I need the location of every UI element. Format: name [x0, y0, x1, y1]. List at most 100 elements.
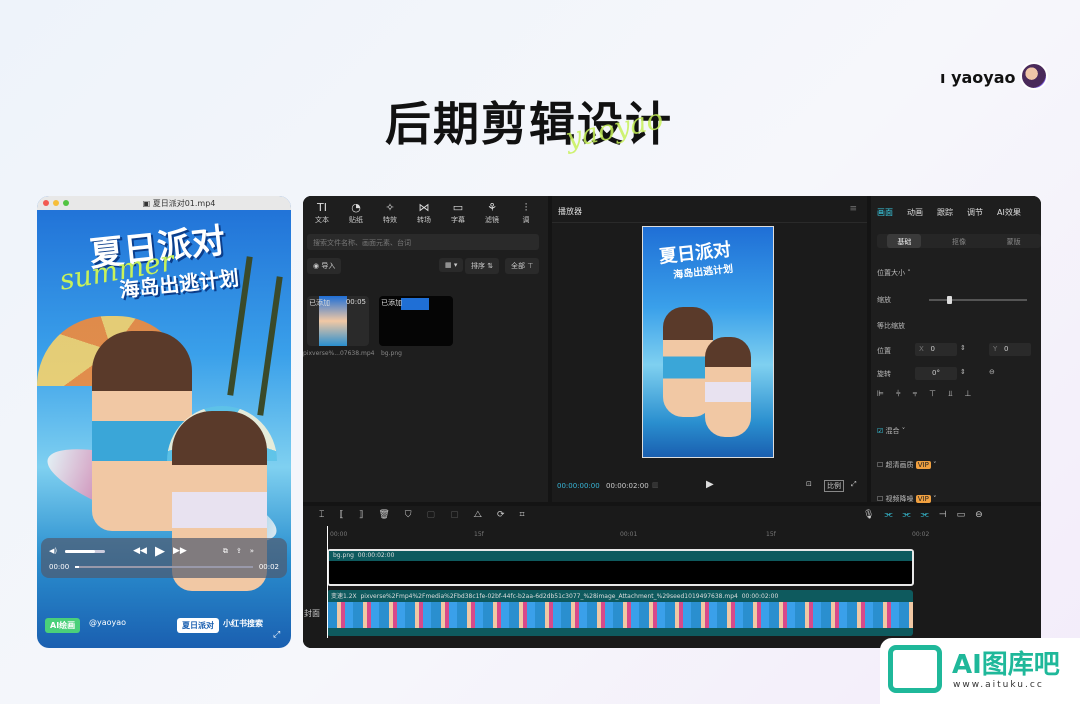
sort-button[interactable]: 排序 ⇅: [465, 258, 500, 274]
property-tab[interactable]: AI效果: [997, 207, 1021, 218]
sub-tab[interactable]: 抠像: [942, 234, 976, 248]
filter-button[interactable]: 全部 ⊤: [505, 258, 540, 274]
position-x-input[interactable]: X 0: [915, 343, 957, 356]
rotate-dial-icon[interactable]: ⊖: [989, 368, 995, 376]
align-center-icon[interactable]: ⫩: [896, 389, 901, 399]
media-name: pixverse%...07638.mp4: [303, 350, 375, 357]
view-toggle[interactable]: ▦ ▾: [439, 258, 464, 272]
media-item[interactable]: 已添加 00:05: [307, 296, 369, 346]
caption-icon[interactable]: ▭: [957, 510, 966, 520]
tool-4[interactable]: ▭ 字幕: [441, 201, 475, 225]
split-view-icon[interactable]: ⊣: [939, 510, 947, 520]
tool-6[interactable]: ⫶ 调: [509, 201, 543, 225]
denoise-checkbox[interactable]: ☐ 视频降噪 VIP ˅: [877, 494, 937, 504]
clip-name: pixverse%2Fmp4%2Fmedia%2Fbd38c1fe-02bf-4…: [360, 593, 738, 600]
preview-frame: 夏日派对 海岛出逃计划: [642, 226, 774, 458]
avatar: [1020, 62, 1048, 90]
align-top-icon[interactable]: ⊤: [929, 389, 936, 399]
search-input[interactable]: 搜索文件名称、画面元素、台词: [307, 234, 539, 250]
timeline-toolbar: ⌶ ⟦ ⟧ 🗑 ⛉ ▢ ▢ ⧍ ⟳ ⌗: [319, 510, 525, 520]
ruler-tick: 15f: [766, 531, 776, 538]
close-dot[interactable]: [43, 200, 49, 206]
snap-icon[interactable]: ⫘: [903, 510, 911, 520]
tool-5[interactable]: ⚘ 滤镜: [475, 201, 509, 225]
sub-tab[interactable]: 蒙版: [997, 234, 1031, 248]
mic-icon[interactable]: 🎙: [863, 510, 874, 520]
track-video-clip[interactable]: 变速1.2X pixverse%2Fmp4%2Fmedia%2Fbd38c1fe…: [327, 590, 913, 636]
stepper-icon[interactable]: ⇕: [960, 368, 966, 376]
marker-icon[interactable]: ⛉: [405, 510, 412, 520]
blend-checkbox[interactable]: ☑ 混合 ˅: [877, 426, 905, 436]
more-icon[interactable]: »: [250, 547, 254, 555]
pip-icon[interactable]: ⧉: [223, 547, 228, 556]
align-middle-icon[interactable]: ⫫: [948, 389, 953, 399]
waveform-icon[interactable]: ▥: [652, 481, 659, 489]
tool-3[interactable]: ⋈ 转场: [407, 201, 441, 225]
align-bottom-icon[interactable]: ⊥: [965, 389, 972, 399]
rotation-input[interactable]: 0°: [915, 367, 957, 380]
share-icon[interactable]: ⇪: [236, 547, 242, 555]
fast-forward-icon[interactable]: ▶▶: [173, 546, 187, 556]
tool-1[interactable]: ◔ 贴纸: [339, 201, 373, 225]
capture-icon[interactable]: ⊡: [806, 480, 812, 488]
tool-label: 特效: [383, 216, 397, 224]
fullscreen-icon[interactable]: ⤢: [273, 630, 280, 640]
track-image-clip[interactable]: bg.png 00:00:02:00: [327, 549, 914, 586]
split-icon[interactable]: ⌶: [319, 510, 324, 520]
link-icon[interactable]: ⫘: [884, 510, 892, 520]
tool-label: 文本: [315, 216, 329, 224]
fullscreen-icon[interactable]: ⤢: [851, 480, 857, 489]
zoom-out-icon[interactable]: ⊖: [975, 510, 983, 520]
tag-search: 小红书搜索: [223, 619, 263, 628]
player-title: 播放器: [558, 207, 582, 216]
rewind-icon[interactable]: ◀◀: [133, 546, 147, 556]
crop-icon[interactable]: ⌗: [520, 510, 525, 520]
tool-icon: ✧: [385, 201, 395, 214]
minimize-dot[interactable]: [53, 200, 59, 206]
player-panel: 播放器 ≡ 夏日派对 海岛出逃计划 00:00:00:00 00:00:02:0…: [552, 196, 867, 502]
timeline-right-tools: 🎙 ⫘ ⫘ ⫘ ⊣ ▭ ⊖: [863, 510, 983, 520]
window-title: ▣ 夏日派对01.mp4: [142, 198, 216, 208]
stepper-icon[interactable]: ⇕: [960, 344, 966, 352]
ratio-button[interactable]: 比例: [824, 480, 844, 492]
media-badge: 已添加: [381, 299, 402, 307]
volume-slider[interactable]: [65, 549, 106, 553]
preview-axis-icon[interactable]: ⫘: [921, 510, 929, 520]
tool-0[interactable]: TI 文本: [305, 201, 339, 225]
progress-bar[interactable]: [75, 566, 253, 568]
import-button[interactable]: ◉ 导入: [307, 258, 342, 274]
tool-icon: TI: [317, 201, 327, 214]
media-item[interactable]: 已添加: [379, 296, 453, 346]
reverse-icon[interactable]: ▢: [450, 510, 459, 520]
author-name: ı yaoyao: [940, 68, 1016, 87]
play-icon[interactable]: ▶: [155, 544, 165, 559]
hd-checkbox[interactable]: ☐ 超清画质 VIP ˅: [877, 460, 937, 470]
cover-label[interactable]: 封面: [304, 608, 320, 619]
media-badge: 已添加: [309, 299, 330, 307]
split-right-icon[interactable]: ⟧: [359, 510, 363, 520]
property-tab[interactable]: 动画: [907, 207, 923, 218]
mirror-icon[interactable]: ⧍: [474, 510, 482, 520]
scale-slider[interactable]: [929, 296, 1027, 304]
align-right-icon[interactable]: ⫧: [913, 389, 918, 399]
tool-2[interactable]: ✧ 特效: [373, 201, 407, 225]
delete-icon[interactable]: 🗑: [378, 510, 389, 520]
playhead[interactable]: [327, 526, 328, 638]
sub-tab[interactable]: 基础: [887, 234, 922, 248]
rotate-icon[interactable]: ⟳: [497, 510, 505, 520]
split-left-icon[interactable]: ⟦: [339, 510, 343, 520]
maximize-dot[interactable]: [63, 200, 69, 206]
freeze-icon[interactable]: ▢: [427, 510, 436, 520]
volume-icon[interactable]: ◀): [49, 547, 57, 555]
menu-icon[interactable]: ≡: [849, 204, 857, 214]
speed-badge: 变速1.2X: [331, 593, 357, 600]
align-left-icon[interactable]: ⊫: [877, 389, 884, 399]
clip-duration: 00:00:02:00: [357, 552, 395, 559]
play-icon[interactable]: ▶: [706, 479, 714, 490]
logo-text: AI图库吧: [952, 650, 1060, 680]
property-tab[interactable]: 调节: [967, 207, 983, 218]
property-tab[interactable]: 画面: [877, 207, 893, 218]
tool-label: 滤镜: [485, 216, 499, 224]
position-y-input[interactable]: Y 0: [989, 343, 1031, 356]
property-tab[interactable]: 跟踪: [937, 207, 953, 218]
